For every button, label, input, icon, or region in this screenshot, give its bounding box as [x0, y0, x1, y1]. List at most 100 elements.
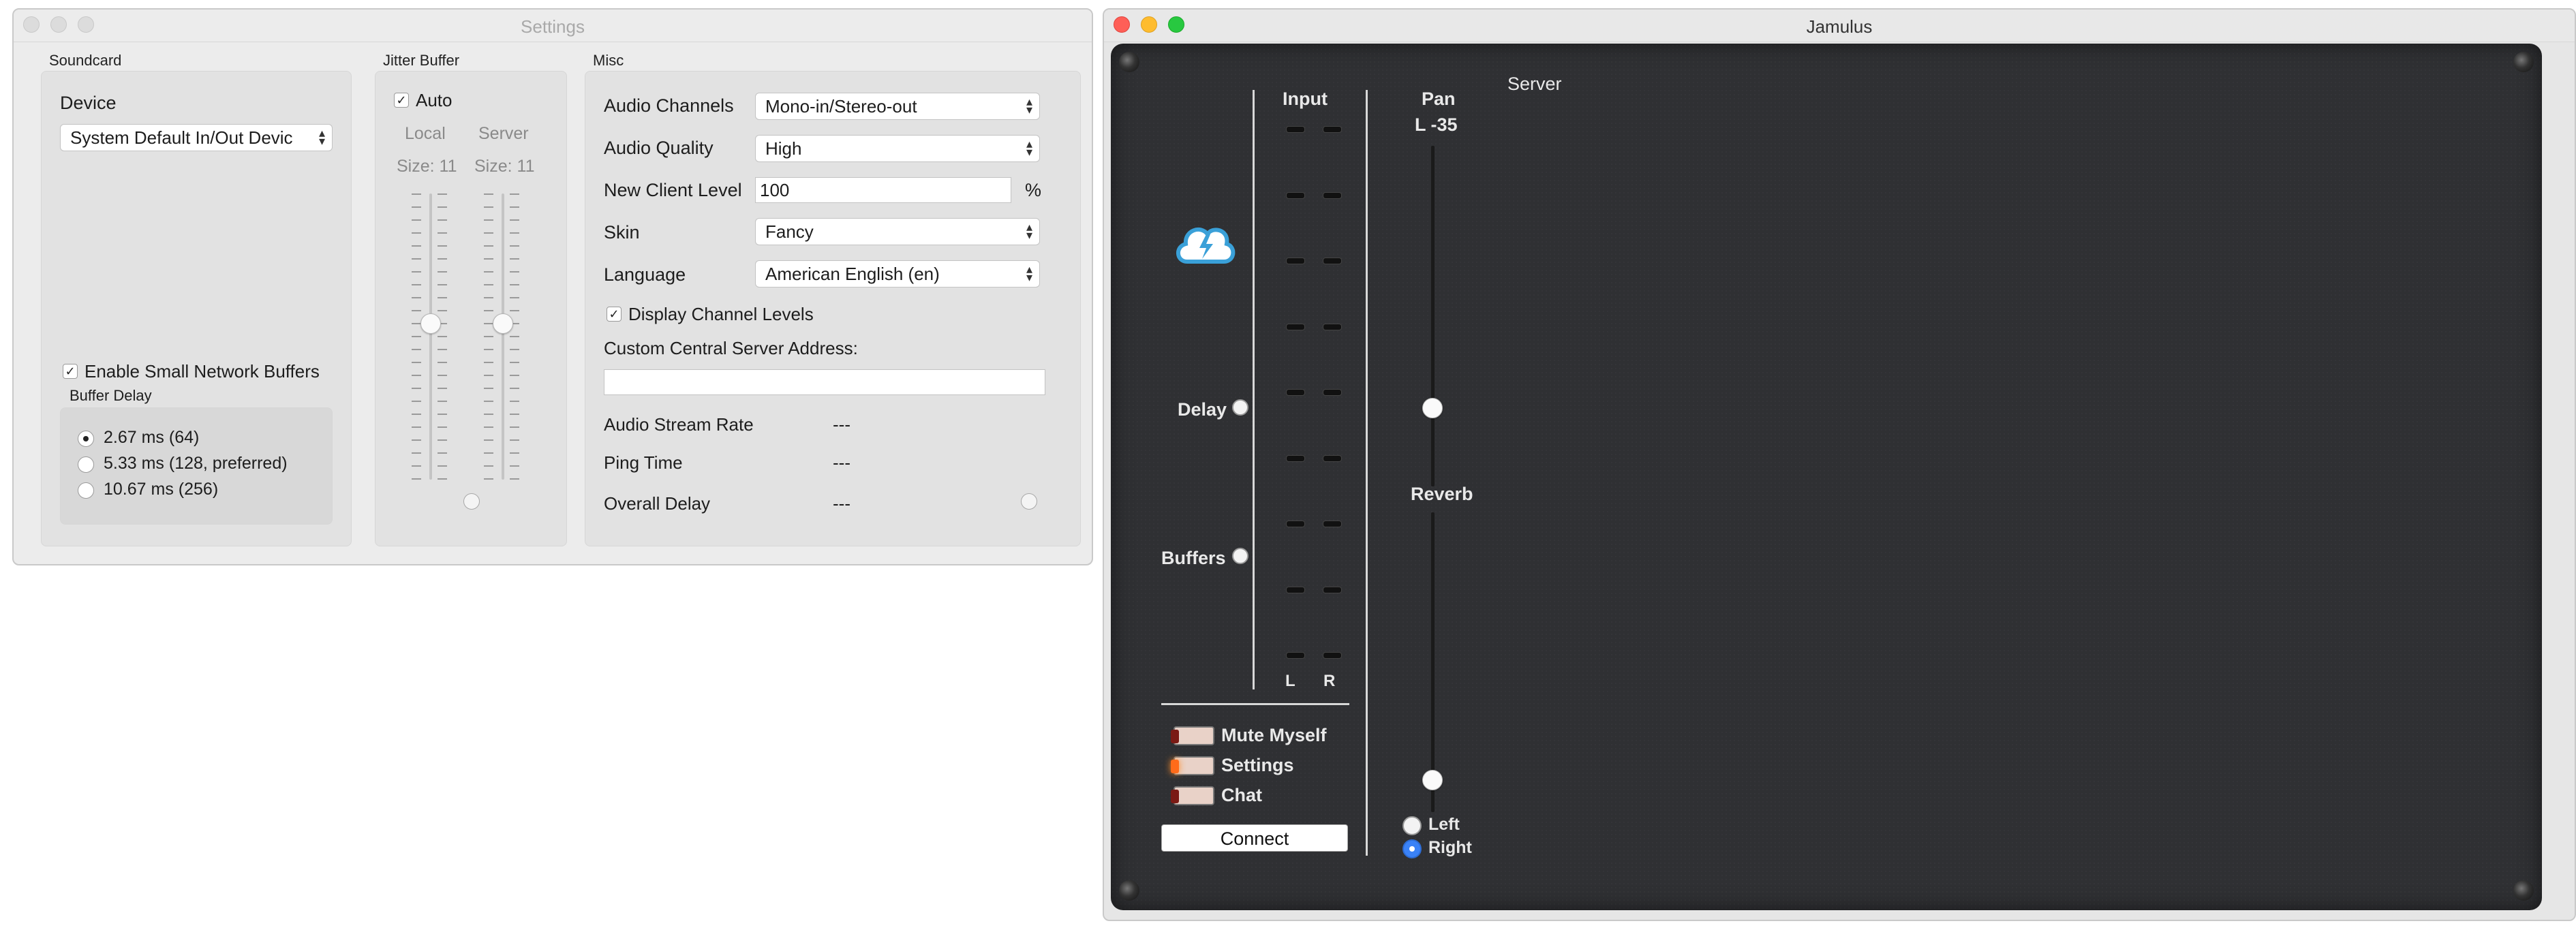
- delay-label: Delay: [1178, 399, 1227, 420]
- server-slider-ticks: [510, 193, 519, 480]
- overall-delay-label: Overall Delay: [604, 493, 711, 514]
- audio-channels-select[interactable]: Mono-in/Stereo-out ▴ ▾: [755, 93, 1040, 120]
- buffer-option-256-label: 10.67 ms (256): [104, 480, 219, 499]
- pan-slider-thumb[interactable]: [1422, 398, 1443, 418]
- select-chevron-icon: ▴ ▾: [1026, 220, 1032, 242]
- meter-led: [1323, 390, 1341, 395]
- meter-led: [1287, 455, 1304, 461]
- buffer-option-256-radio[interactable]: [78, 482, 94, 499]
- local-jitter-slider-thumb[interactable]: [420, 313, 441, 334]
- meter-led: [1323, 324, 1341, 330]
- soundcard-group-label: Soundcard: [49, 52, 122, 69]
- skin-value: Fancy: [765, 221, 814, 242]
- meter-led: [1287, 521, 1304, 527]
- jitter-status-indicator: [463, 493, 480, 510]
- mute-myself-led-icon[interactable]: [1171, 726, 1214, 745]
- reverb-right-radio[interactable]: [1402, 839, 1422, 858]
- settings-led-icon[interactable]: [1171, 756, 1214, 775]
- connect-button[interactable]: Connect: [1161, 824, 1348, 852]
- new-client-level-label: New Client Level: [604, 180, 742, 200]
- reverb-left-label[interactable]: Left: [1428, 815, 1460, 835]
- stream-rate-label: Audio Stream Rate: [604, 414, 754, 435]
- language-select[interactable]: American English (en) ▴ ▾: [755, 260, 1040, 288]
- window-title: Settings: [521, 16, 585, 37]
- percent-label: %: [1025, 180, 1042, 200]
- chat-label[interactable]: Chat: [1221, 785, 1262, 806]
- new-client-level-input[interactable]: 100: [755, 177, 1011, 203]
- meter-led: [1287, 587, 1304, 593]
- audio-quality-select[interactable]: High ▴ ▾: [755, 135, 1040, 162]
- mute-myself-label[interactable]: Mute Myself: [1221, 725, 1327, 746]
- local-slider-ticks: [438, 193, 447, 480]
- audio-channels-label: Audio Channels: [604, 95, 734, 116]
- buffer-option-128-radio[interactable]: [78, 456, 94, 473]
- meter-divider-right: [1366, 90, 1368, 856]
- jitter-auto-label: Auto: [416, 90, 453, 110]
- screw-icon: [2513, 52, 2534, 72]
- screw-icon: [1119, 52, 1139, 72]
- small-buffers-checkbox[interactable]: ✓: [63, 364, 78, 379]
- jamulus-titlebar: Jamulus: [1104, 10, 2575, 42]
- display-levels-label: Display Channel Levels: [628, 304, 814, 324]
- reverb-right-label[interactable]: Right: [1428, 838, 1472, 858]
- language-value: American English (en): [765, 264, 940, 284]
- misc-group-label: Misc: [593, 52, 624, 69]
- select-chevron-icon: ▴ ▾: [318, 126, 325, 148]
- meter-right-label: R: [1323, 672, 1336, 690]
- select-chevron-icon: ▴ ▾: [1026, 137, 1032, 159]
- device-select[interactable]: System Default In/Out Devic ▴ ▾: [60, 124, 333, 151]
- meter-led: [1323, 258, 1341, 264]
- language-label: Language: [604, 264, 686, 285]
- jitter-server-size: Size: 11: [474, 157, 535, 176]
- meter-led: [1323, 521, 1341, 527]
- small-buffers-label: Enable Small Network Buffers: [85, 361, 320, 382]
- jitter-server-label: Server: [478, 124, 529, 143]
- buffer-option-64-radio[interactable]: [78, 431, 94, 447]
- buttons-divider: [1161, 703, 1349, 705]
- server-jitter-slider-thumb[interactable]: [493, 313, 513, 334]
- buffers-label: Buffers: [1161, 548, 1226, 568]
- meter-led: [1287, 127, 1304, 132]
- ping-value: ---: [833, 452, 850, 473]
- meter-led: [1287, 324, 1304, 330]
- overall-delay-value: ---: [833, 493, 850, 514]
- custom-server-input[interactable]: [604, 369, 1045, 395]
- overall-delay-indicator: [1021, 493, 1037, 510]
- reverb-label: Reverb: [1411, 484, 1473, 504]
- device-label: Device: [60, 93, 117, 113]
- local-jitter-slider[interactable]: [429, 193, 432, 480]
- custom-server-label: Custom Central Server Address:: [604, 338, 858, 358]
- buffer-option-128-label: 5.33 ms (128, preferred): [104, 454, 288, 473]
- meter-led: [1323, 192, 1341, 198]
- meter-led: [1287, 258, 1304, 264]
- window-title: Jamulus: [1806, 16, 1873, 37]
- skin-label: Skin: [604, 222, 640, 243]
- jitter-group-label: Jitter Buffer: [383, 52, 460, 69]
- jitter-auto-checkbox[interactable]: ✓: [394, 93, 409, 108]
- meter-led: [1287, 192, 1304, 198]
- audio-quality-label: Audio Quality: [604, 138, 714, 158]
- skin-select[interactable]: Fancy ▴ ▾: [755, 218, 1040, 245]
- input-label: Input: [1283, 89, 1328, 109]
- server-slider-ticks: [484, 193, 493, 480]
- jamulus-main-panel: Delay Buffers Input L R Mute Myself Sett…: [1111, 44, 2542, 910]
- reverb-left-radio[interactable]: [1402, 816, 1422, 835]
- pan-slider[interactable]: [1431, 146, 1435, 486]
- reverb-slider[interactable]: [1431, 512, 1435, 812]
- local-slider-ticks: [412, 193, 421, 480]
- screw-icon: [1119, 880, 1139, 901]
- meter-led: [1323, 587, 1341, 593]
- select-chevron-icon: ▴ ▾: [1026, 95, 1032, 117]
- chat-led-icon[interactable]: [1171, 786, 1214, 805]
- meter-left-label: L: [1285, 672, 1295, 690]
- ping-label: Ping Time: [604, 452, 683, 473]
- display-levels-checkbox[interactable]: ✓: [607, 307, 622, 322]
- server-jitter-slider[interactable]: [502, 193, 504, 480]
- device-select-value: System Default In/Out Devic: [70, 127, 293, 148]
- settings-toggle-label[interactable]: Settings: [1221, 755, 1294, 776]
- buffers-indicator: [1232, 548, 1248, 564]
- pan-value: L -35: [1415, 114, 1458, 135]
- reverb-slider-thumb[interactable]: [1422, 770, 1443, 790]
- jitter-group: [375, 71, 567, 546]
- audio-quality-value: High: [765, 138, 802, 159]
